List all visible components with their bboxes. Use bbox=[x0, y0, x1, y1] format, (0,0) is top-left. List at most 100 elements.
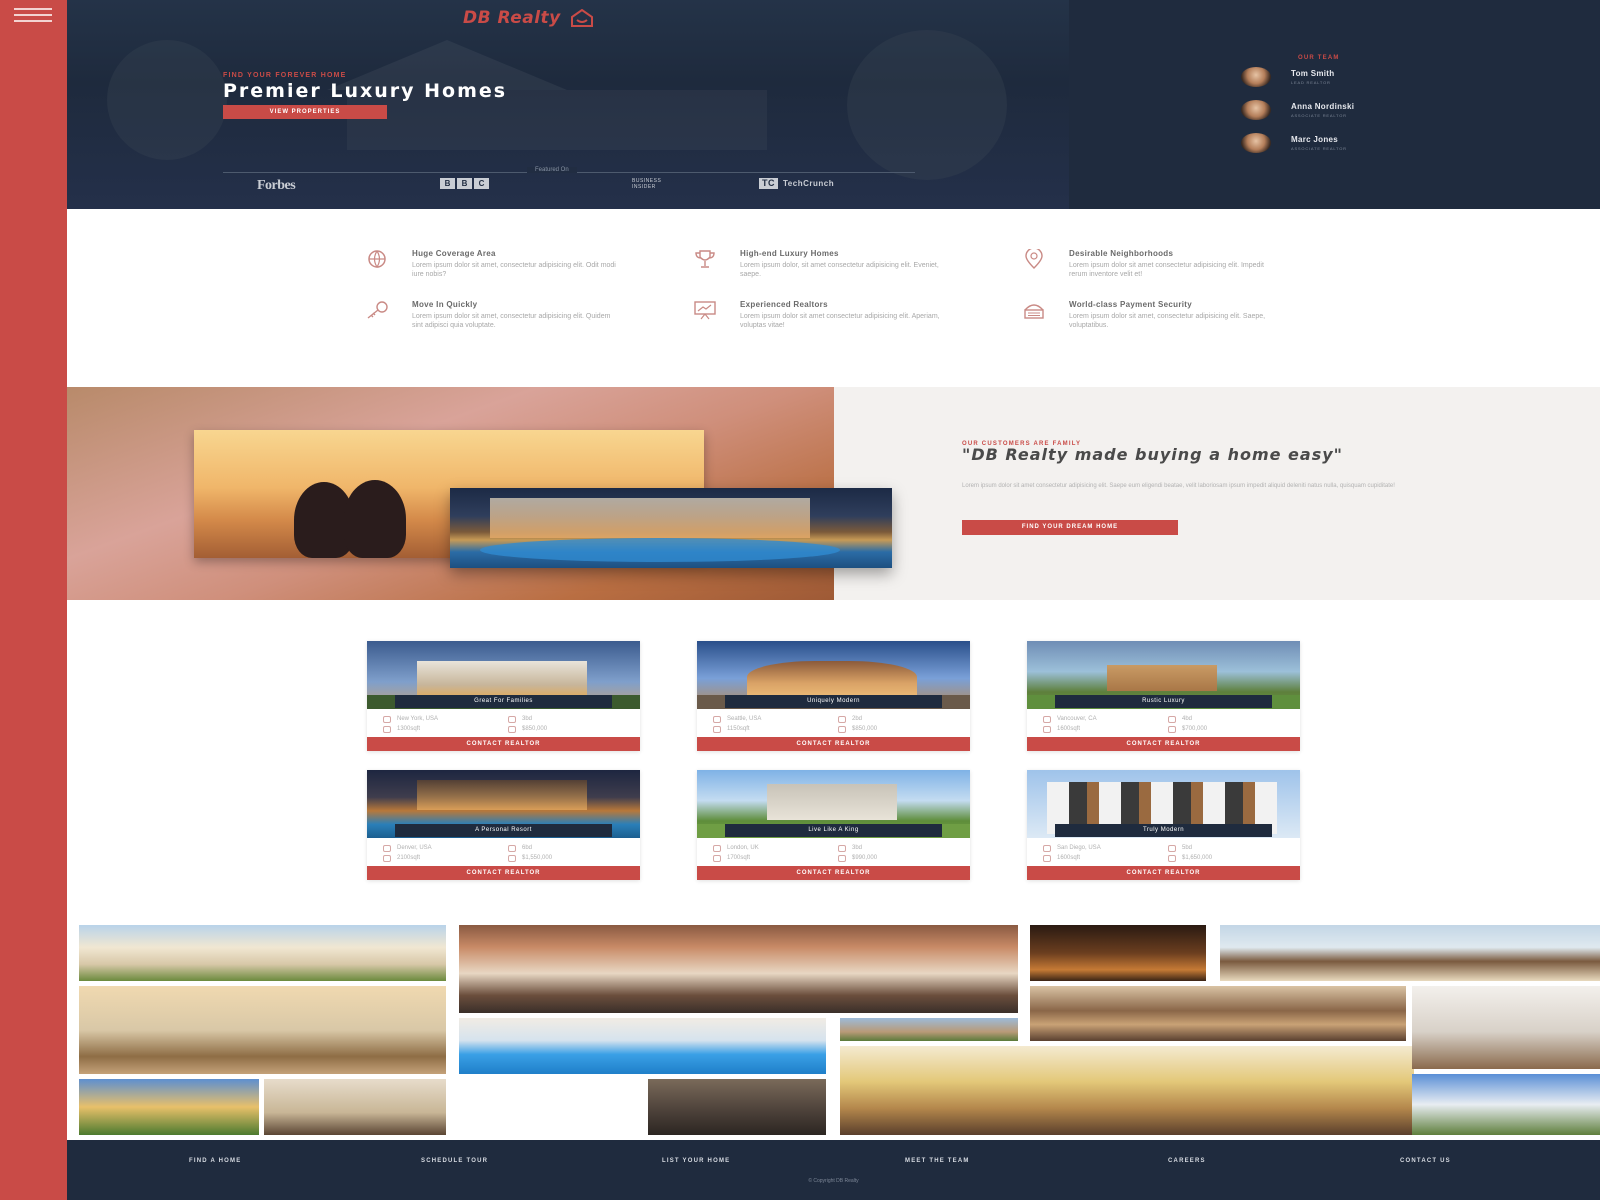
listing-card[interactable]: Great For Families New York, USA 3bd 1300… bbox=[367, 641, 640, 751]
view-properties-button[interactable]: VIEW PROPERTIES bbox=[223, 105, 387, 119]
location-icon bbox=[1043, 844, 1051, 852]
features-section: Huge Coverage Area Lorem ipsum dolor sit … bbox=[67, 209, 1600, 387]
feature-title: High-end Luxury Homes bbox=[740, 249, 839, 258]
avatar bbox=[1241, 133, 1271, 153]
bed-icon bbox=[1168, 715, 1176, 723]
sidebar bbox=[0, 0, 67, 1200]
globe-icon bbox=[368, 250, 386, 269]
listing-card[interactable]: A Personal Resort Denver, USA 6bd 2100sqf… bbox=[367, 770, 640, 880]
hero-eyebrow: FIND YOUR FOREVER HOME bbox=[223, 72, 347, 79]
business-insider-logo: BUSINESS INSIDER bbox=[632, 178, 662, 190]
feature-item: High-end Luxury Homes Lorem ipsum dolor, … bbox=[692, 249, 992, 279]
member-name: Tom Smith bbox=[1291, 69, 1335, 78]
listing-card[interactable]: Uniquely Modern Seattle, USA 2bd 1150sqft… bbox=[697, 641, 970, 751]
price-icon bbox=[1168, 725, 1176, 733]
bed-icon bbox=[1168, 844, 1176, 852]
feature-description: Lorem ipsum dolor sit amet consectetur a… bbox=[740, 313, 940, 329]
listing-title: Uniquely Modern bbox=[725, 695, 942, 708]
area-icon bbox=[383, 854, 391, 862]
price-icon bbox=[838, 725, 846, 733]
feature-item: Move In Quickly Lorem ipsum dolor sit ame… bbox=[364, 300, 664, 330]
gallery-image[interactable] bbox=[79, 1079, 259, 1135]
feature-item: Experienced Realtors Lorem ipsum dolor si… bbox=[692, 300, 992, 330]
listing-title: A Personal Resort bbox=[395, 824, 612, 837]
bbc-logo: BBC bbox=[440, 178, 489, 189]
price-icon bbox=[508, 854, 516, 862]
gallery-image[interactable] bbox=[1030, 925, 1206, 981]
area-icon bbox=[713, 854, 721, 862]
footer-link-meet-the-team[interactable]: MEET THE TEAM bbox=[905, 1158, 970, 1164]
area-icon bbox=[713, 725, 721, 733]
contact-realtor-button[interactable]: CONTACT REALTOR bbox=[367, 866, 640, 880]
find-dream-home-button[interactable]: FIND YOUR DREAM HOME bbox=[962, 520, 1178, 535]
hero-title: Premier Luxury Homes bbox=[223, 80, 508, 102]
footer-nav: FIND A HOME SCHEDULE TOUR LIST YOUR HOME… bbox=[67, 1158, 1600, 1168]
menu-icon[interactable] bbox=[14, 8, 52, 24]
member-role: ASSOCIATE REALTOR bbox=[1291, 113, 1347, 118]
gallery-image[interactable] bbox=[1412, 986, 1600, 1069]
key-icon bbox=[367, 301, 388, 319]
feature-description: Lorem ipsum dolor sit amet, consectetur … bbox=[412, 313, 611, 329]
listing-card[interactable]: Truly Modern San Diego, USA 5bd 1600sqft $… bbox=[1027, 770, 1300, 880]
location-pin-icon bbox=[1025, 249, 1043, 269]
footer-link-list-your-home[interactable]: LIST YOUR HOME bbox=[662, 1158, 730, 1164]
copyright: © Copyright DB Realty bbox=[808, 1178, 859, 1184]
gallery-image[interactable] bbox=[1030, 986, 1406, 1041]
contact-realtor-button[interactable]: CONTACT REALTOR bbox=[367, 737, 640, 751]
bed-icon bbox=[838, 715, 846, 723]
logo[interactable]: DB Realty bbox=[463, 8, 595, 28]
presentation-icon bbox=[694, 301, 716, 320]
contact-realtor-button[interactable]: CONTACT REALTOR bbox=[1027, 737, 1300, 751]
gallery-image[interactable] bbox=[840, 1046, 1414, 1135]
bed-icon bbox=[838, 844, 846, 852]
area-icon bbox=[1043, 725, 1051, 733]
gallery-image[interactable] bbox=[79, 925, 446, 981]
footer-link-careers[interactable]: CAREERS bbox=[1168, 1158, 1206, 1164]
footer: FIND A HOME SCHEDULE TOUR LIST YOUR HOME… bbox=[67, 1140, 1600, 1200]
bed-icon bbox=[508, 715, 516, 723]
listing-details: Seattle, USA 2bd 1150sqft $850,000 bbox=[713, 714, 963, 734]
bed-icon bbox=[508, 844, 516, 852]
hero-background-tree bbox=[847, 30, 1007, 180]
listing-card[interactable]: Rustic Luxury Vancouver, CA 4bd 1600sqft $… bbox=[1027, 641, 1300, 751]
team-member[interactable]: Anna Nordinski ASSOCIATE REALTOR bbox=[1241, 100, 1354, 120]
listing-card[interactable]: Live Like A King London, UK 3bd 1700sqft $… bbox=[697, 770, 970, 880]
photo-gallery bbox=[67, 920, 1600, 1140]
testimonial-photo-area bbox=[67, 387, 892, 600]
contact-realtor-button[interactable]: CONTACT REALTOR bbox=[697, 737, 970, 751]
techcrunch-logo: TC TechCrunch bbox=[759, 178, 834, 189]
gallery-image[interactable] bbox=[79, 986, 446, 1074]
footer-link-schedule-tour[interactable]: SCHEDULE TOUR bbox=[421, 1158, 488, 1164]
member-name: Marc Jones bbox=[1291, 135, 1339, 144]
footer-link-contact-us[interactable]: CONTACT US bbox=[1400, 1158, 1451, 1164]
team-member[interactable]: Marc Jones ASSOCIATE REALTOR bbox=[1241, 133, 1347, 153]
gallery-image[interactable] bbox=[459, 925, 1018, 1013]
gallery-image[interactable] bbox=[840, 1018, 1018, 1041]
hero-background-tree bbox=[107, 40, 227, 160]
feature-item: Desirable Neighborhoods Lorem ipsum dolor… bbox=[1021, 249, 1321, 279]
listing-details: Vancouver, CA 4bd 1600sqft $700,000 bbox=[1043, 714, 1293, 734]
avatar bbox=[1241, 100, 1271, 120]
location-icon bbox=[713, 715, 721, 723]
avatar bbox=[1241, 67, 1271, 87]
feature-item: Huge Coverage Area Lorem ipsum dolor sit … bbox=[364, 249, 664, 279]
hero-section: DB Realty FIND YOUR FOREVER HOME Premier… bbox=[67, 0, 1069, 209]
feature-description: Lorem ipsum dolor sit amet, consectetur … bbox=[412, 262, 616, 278]
villa-pool-photo bbox=[450, 488, 892, 568]
gallery-image[interactable] bbox=[648, 1079, 826, 1135]
team-label: OUR TEAM bbox=[1298, 55, 1340, 61]
gallery-image[interactable] bbox=[1220, 925, 1600, 981]
feature-title: Huge Coverage Area bbox=[412, 249, 496, 258]
feature-description: Lorem ipsum dolor sit amet, consectetur … bbox=[1069, 313, 1266, 329]
team-member[interactable]: Tom Smith LEAD REALTOR bbox=[1241, 67, 1334, 87]
listing-title: Truly Modern bbox=[1055, 824, 1272, 837]
gallery-image[interactable] bbox=[459, 1018, 826, 1074]
gallery-image[interactable] bbox=[264, 1079, 446, 1135]
feature-title: Move In Quickly bbox=[412, 300, 478, 309]
location-icon bbox=[713, 844, 721, 852]
footer-link-find-a-home[interactable]: FIND A HOME bbox=[189, 1158, 241, 1164]
contact-realtor-button[interactable]: CONTACT REALTOR bbox=[1027, 866, 1300, 880]
house-logo-icon bbox=[570, 9, 593, 27]
gallery-image[interactable] bbox=[1412, 1074, 1600, 1135]
contact-realtor-button[interactable]: CONTACT REALTOR bbox=[697, 866, 970, 880]
